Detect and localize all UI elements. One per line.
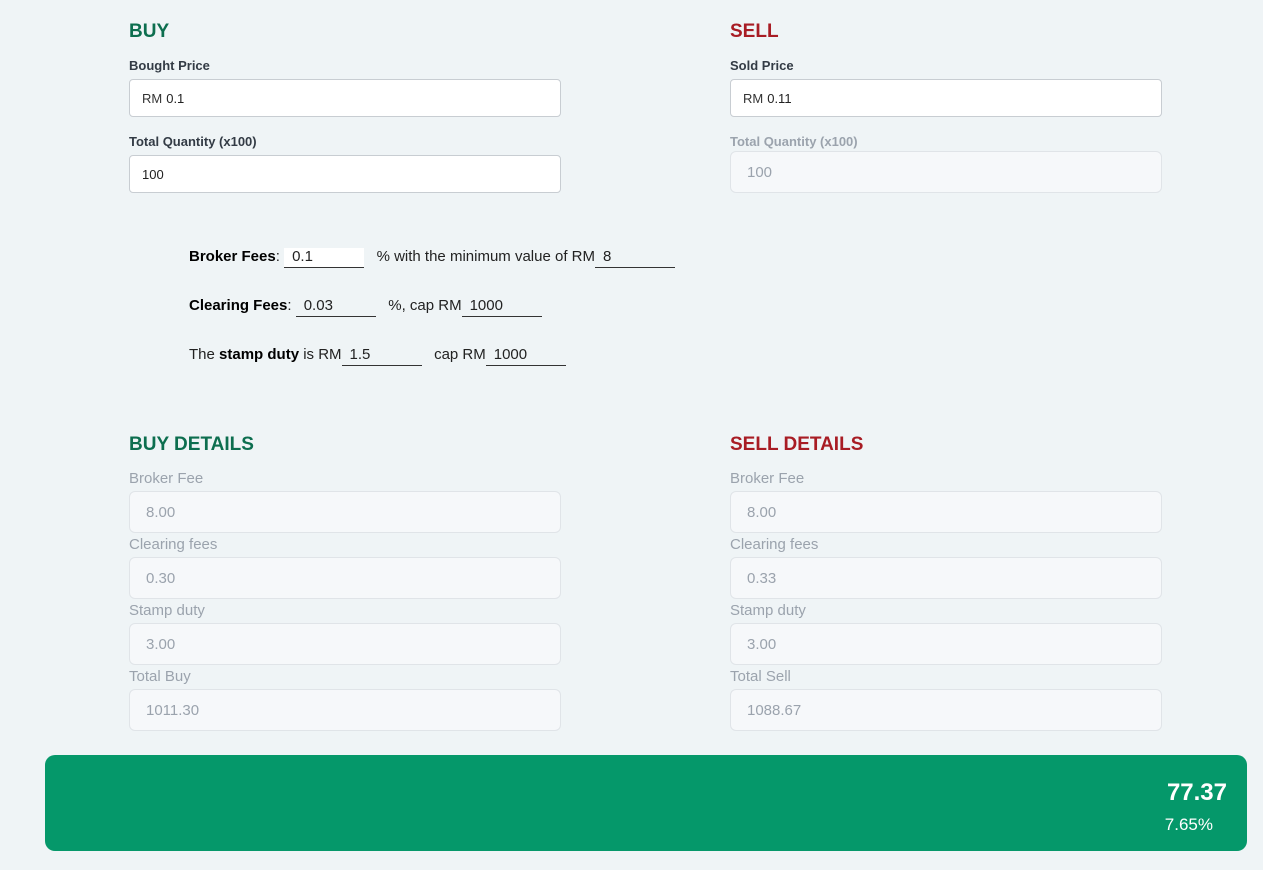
sold-price-prefix: RM — [743, 90, 764, 106]
stamp-duty-label: stamp duty — [219, 346, 300, 363]
clearing-fees-text: %, cap RM — [388, 297, 462, 314]
total-sell-value: 1088.67 — [747, 701, 802, 719]
total-sell-field: 1088.67 — [730, 689, 1162, 731]
profit-percentage: 7.65% — [1164, 815, 1213, 834]
sell-quantity-label: Total Quantity (x100) — [730, 134, 858, 149]
bought-price-label: Bought Price — [129, 58, 210, 73]
sell-quantity-field: 100 — [730, 151, 1162, 193]
sell-stamp-label: Stamp duty — [730, 602, 806, 619]
clearing-fees-row: Clearing Fees: 0.03 %, cap RM 1000 — [189, 297, 542, 321]
sell-broker-fee-field: 8.00 — [730, 491, 1162, 533]
bought-price-value: 0.1 — [166, 90, 185, 106]
stamp-duty-is: is RM — [303, 346, 342, 363]
broker-fee-input[interactable]: 0.1 — [284, 248, 365, 268]
sold-price-label: Sold Price — [730, 58, 794, 73]
buy-quantity-input[interactable]: 100 — [129, 155, 561, 193]
clearing-fees-label: Clearing Fees — [189, 297, 288, 314]
sell-broker-fee-label: Broker Fee — [730, 470, 805, 487]
sell-title: SELL — [730, 21, 779, 42]
sold-price-value: 0.11 — [767, 90, 792, 106]
sell-quantity-value: 100 — [747, 163, 773, 181]
buy-broker-fee-label: Broker Fee — [129, 470, 204, 487]
buy-broker-fee-field: 8.00 — [129, 491, 561, 533]
total-sell-label: Total Sell — [730, 668, 791, 685]
sold-price-input[interactable]: RM 0.11 — [730, 79, 1162, 117]
broker-minimum-input[interactable]: 8 — [594, 248, 675, 268]
total-buy-label: Total Buy — [129, 668, 191, 685]
clearing-fee-input[interactable]: 0.03 — [295, 297, 376, 317]
profit-calculator-page: BUY Bought Price RM 0.1 Total Quantity (… — [0, 0, 1263, 870]
buy-clearing-value: 0.30 — [146, 569, 176, 587]
buy-quantity-value: 100 — [142, 166, 164, 182]
broker-fees-label: Broker Fees — [189, 248, 276, 265]
sell-clearing-field: 0.33 — [730, 557, 1162, 599]
buy-clearing-field: 0.30 — [129, 557, 561, 599]
broker-fees-row: Broker Fees: 0.1 % with the minimum valu… — [189, 248, 675, 272]
buy-broker-fee-value: 8.00 — [146, 503, 176, 521]
profit-amount: 77.37 — [1166, 779, 1227, 806]
sell-broker-fee-value: 8.00 — [747, 503, 777, 521]
buy-stamp-field: 3.00 — [129, 623, 561, 665]
sell-clearing-value: 0.33 — [747, 569, 777, 587]
stamp-cap-input[interactable]: 1000 — [485, 346, 566, 366]
stamp-cap-text: cap RM — [434, 346, 486, 363]
broker-fees-text: % with the minimum value of RM — [376, 248, 595, 265]
sell-stamp-field: 3.00 — [730, 623, 1162, 665]
sell-stamp-value: 3.00 — [747, 635, 777, 653]
buy-clearing-label: Clearing fees — [129, 536, 218, 553]
stamp-duty-input[interactable]: 1.5 — [341, 346, 422, 366]
stamp-duty-row: The stamp duty is RM 1.5 cap RM 1000 — [189, 346, 566, 370]
bought-price-prefix: RM — [142, 90, 163, 106]
bought-price-input[interactable]: RM 0.1 — [129, 79, 561, 117]
clearing-cap-input[interactable]: 1000 — [461, 297, 542, 317]
sell-clearing-label: Clearing fees — [730, 536, 819, 553]
buy-title: BUY — [129, 21, 170, 42]
buy-quantity-label: Total Quantity (x100) — [129, 134, 257, 149]
profit-result-bar: 77.37 7.65% — [45, 755, 1247, 851]
buy-stamp-value: 3.00 — [146, 635, 176, 653]
buy-details-title: BUY DETAILS — [129, 434, 254, 455]
total-buy-value: 1011.30 — [146, 701, 200, 719]
buy-stamp-label: Stamp duty — [129, 602, 205, 619]
total-buy-field: 1011.30 — [129, 689, 561, 731]
stamp-duty-prefix: The — [189, 346, 215, 363]
sell-details-title: SELL DETAILS — [730, 434, 864, 455]
